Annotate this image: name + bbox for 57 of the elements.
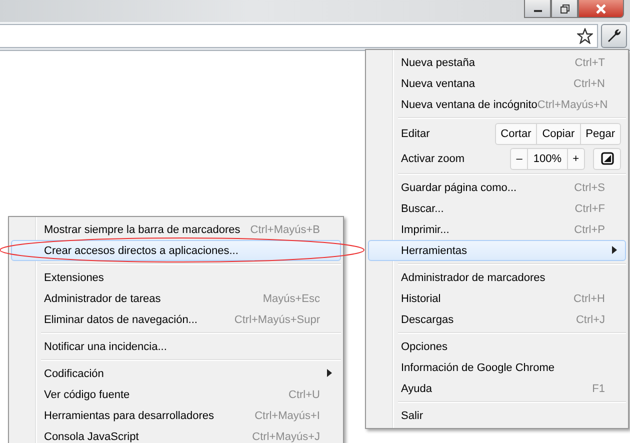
menu-item[interactable]: Salir [368,405,626,426]
menu-item[interactable]: Herramientas para desarrolladores Ctrl+Mayús+I [11,405,341,426]
menu-item[interactable]: Notificar una incidencia... [11,336,341,357]
menu-item[interactable]: Nueva ventana Ctrl+N [368,73,626,94]
shortcut-label: Ctrl+Mayús+B [250,224,320,236]
shortcut-label: Ctrl+U [288,388,320,400]
menu-button[interactable]: Copiar [536,124,580,144]
menu-item[interactable]: Eliminar datos de navegación... Ctrl+Mayús+Supr [11,309,341,330]
shortcut-label: F1 [592,382,605,394]
menu-item[interactable]: Nueva pestaña Ctrl+T [368,52,626,73]
shortcut-label: Ctrl+Mayús+N [537,98,608,110]
shortcut-label: Ctrl+Mayús+I [254,410,320,422]
menu-item[interactable]: Opciones [368,336,626,357]
wrench-button[interactable] [601,24,627,48]
shortcut-label: Ctrl+T [574,56,605,68]
menu-item[interactable]: Herramientas [368,240,626,261]
menu-item[interactable]: Ayuda F1 [368,378,626,399]
menu-button[interactable]: + [566,148,584,168]
minimize-icon[interactable] [524,0,551,18]
menu-item[interactable]: Consola JavaScript Ctrl+Mayús+J [11,426,341,443]
wrench-icon [606,28,622,44]
menu-item[interactable]: Mostrar siempre la barra de marcadores Ctrl+Mayús+B [11,219,341,240]
fullscreen-icon [600,152,614,165]
shortcut-label: Mayús+Esc [262,292,320,304]
submenu-arrow-icon [612,246,617,254]
menu-item[interactable]: Descargas Ctrl+J [368,309,626,330]
menu-item[interactable]: Guardar página como... Ctrl+S [368,177,626,198]
close-icon[interactable] [578,0,624,18]
menu-item[interactable]: Información de Google Chrome [368,357,626,378]
menu-item[interactable]: Crear accesos directos a aplicaciones... [11,240,341,261]
shortcut-label: Ctrl+Mayús+J [252,430,320,442]
shortcut-label: Ctrl+J [576,314,605,326]
menu-button[interactable]: Pegar [580,124,620,144]
menu-item[interactable]: Administrador de marcadores [368,267,626,288]
menu-item[interactable]: Administrador de tareas Mayús+Esc [11,288,341,309]
menu-button[interactable]: – [511,148,528,168]
submenu-arrow-icon [327,369,332,377]
menu-button[interactable]: 100% [527,148,567,168]
fullscreen-button[interactable] [593,148,621,170]
menu-item[interactable]: Extensiones [11,267,341,288]
restore-icon[interactable] [551,0,578,18]
menu-button[interactable]: Cortar [496,124,536,144]
menu-label: Editar [401,128,431,140]
shortcut-label: Ctrl+Mayús+Supr [234,314,320,326]
shortcut-label: Ctrl+H [574,292,605,304]
shortcut-label: Ctrl+N [574,78,605,90]
shortcut-label: Ctrl+F [574,202,605,214]
menu-label: Activar zoom [401,152,466,164]
menu-item[interactable]: Codificación [11,363,341,384]
star-icon[interactable] [577,28,593,44]
menu-item[interactable]: Historial Ctrl+H [368,288,626,309]
shortcut-label: Ctrl+P [574,224,605,236]
shortcut-label: Ctrl+S [574,182,605,194]
menu-item[interactable]: Buscar... Ctrl+F [368,198,626,219]
menu-item[interactable]: Ver código fuente Ctrl+U [11,384,341,405]
menu-item[interactable]: Nueva ventana de incógnitoCtrl+Mayús+N [368,94,626,115]
menu-item[interactable]: Imprimir... Ctrl+P [368,219,626,240]
